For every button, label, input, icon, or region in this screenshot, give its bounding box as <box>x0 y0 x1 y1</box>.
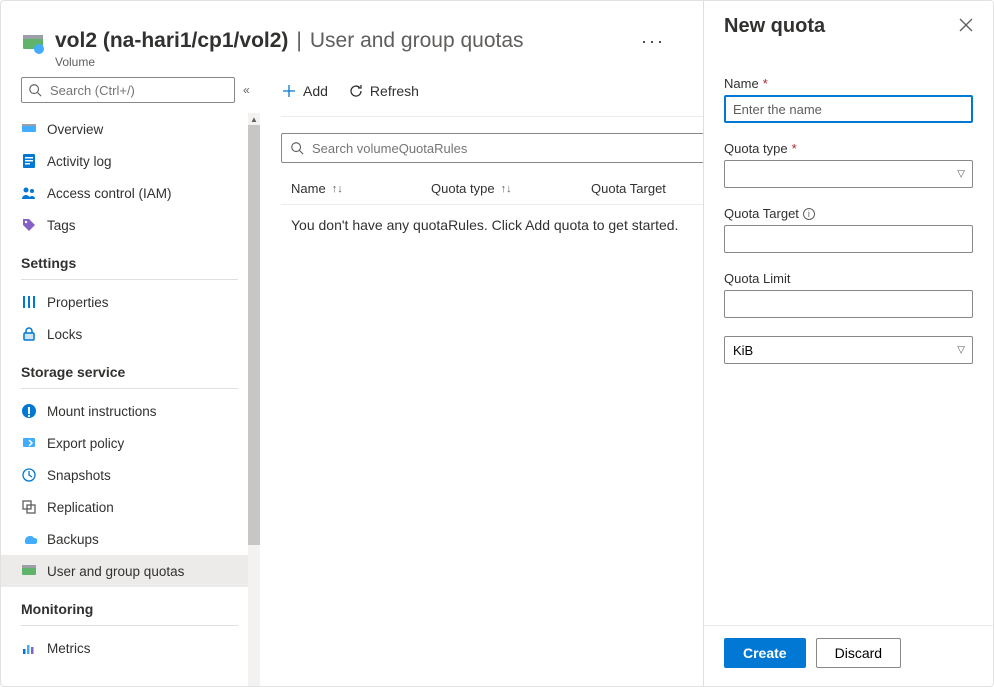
refresh-icon <box>348 83 364 99</box>
panel-title: New quota <box>724 15 825 38</box>
overview-icon <box>21 121 37 137</box>
access-control-icon <box>21 185 37 201</box>
resource-name: vol2 (na-hari1/cp1/vol2) <box>55 29 288 53</box>
collapse-sidebar-icon[interactable]: « <box>243 83 247 97</box>
sidebar-section-monitoring: Monitoring <box>1 587 258 621</box>
sidebar-item-label: Access control (IAM) <box>47 186 172 201</box>
sidebar-item-label: Backups <box>47 532 99 547</box>
export-policy-icon <box>21 435 37 451</box>
scrollbar-thumb[interactable] <box>248 125 260 545</box>
sidebar-item-label: Locks <box>47 327 82 342</box>
quota-target-input[interactable] <box>724 225 973 253</box>
close-panel-button[interactable] <box>959 18 973 35</box>
sidebar-search[interactable] <box>21 77 235 103</box>
column-quota-type[interactable]: Quota type ↑↓ <box>431 181 591 196</box>
discard-button[interactable]: Discard <box>816 638 901 668</box>
sidebar-item-label: Mount instructions <box>47 404 157 419</box>
sidebar-item-label: Export policy <box>47 436 124 451</box>
activity-log-icon <box>21 153 37 169</box>
sidebar-item-properties[interactable]: Properties <box>1 286 258 318</box>
scrollbar-up-arrow[interactable]: ▲ <box>248 113 260 125</box>
title-separator: | <box>296 29 301 53</box>
search-icon <box>28 83 42 97</box>
sidebar-scrollbar[interactable]: ▲ <box>248 113 260 686</box>
sidebar-item-snapshots[interactable]: Snapshots <box>1 459 258 491</box>
sidebar-item-overview[interactable]: Overview <box>1 113 258 145</box>
sidebar-section-settings: Settings <box>1 241 258 275</box>
search-icon <box>290 141 304 155</box>
sidebar-item-access-control[interactable]: Access control (IAM) <box>1 177 258 209</box>
sidebar-item-label: Tags <box>47 218 76 233</box>
sidebar-item-activity-log[interactable]: Activity log <box>1 145 258 177</box>
sidebar-item-locks[interactable]: Locks <box>1 318 258 350</box>
quota-type-select[interactable] <box>724 160 973 188</box>
sidebar-item-label: Properties <box>47 295 109 310</box>
sidebar-item-label: Replication <box>47 500 114 515</box>
replication-icon <box>21 499 37 515</box>
mount-icon <box>21 403 37 419</box>
more-menu-icon[interactable]: ··· <box>633 31 673 52</box>
name-input[interactable] <box>724 95 973 123</box>
sidebar-item-label: Overview <box>47 122 103 137</box>
sidebar-item-label: Metrics <box>47 641 91 656</box>
quotas-icon <box>21 563 37 579</box>
sort-icon: ↑↓ <box>332 183 343 195</box>
info-icon[interactable]: i <box>803 208 815 220</box>
sidebar-item-label: Activity log <box>47 154 112 169</box>
sidebar-item-label: Snapshots <box>47 468 111 483</box>
quota-unit-select[interactable] <box>724 336 973 364</box>
sidebar-item-backups[interactable]: Backups <box>1 523 258 555</box>
tags-icon <box>21 217 37 233</box>
add-button[interactable]: Add <box>281 83 328 99</box>
add-label: Add <box>303 83 328 99</box>
sidebar-item-label: User and group quotas <box>47 564 184 579</box>
properties-icon <box>21 294 37 310</box>
plus-icon <box>281 83 297 99</box>
sidebar-search-input[interactable] <box>48 82 228 99</box>
refresh-label: Refresh <box>370 83 419 99</box>
quota-limit-field-label: Quota Limit <box>724 271 973 286</box>
sidebar-item-user-group-quotas[interactable]: User and group quotas <box>1 555 258 587</box>
quota-target-field-label: Quota Target i <box>724 206 973 221</box>
sidebar: « Overview Activity log Access control (… <box>1 77 261 686</box>
quota-limit-input[interactable] <box>724 290 973 318</box>
name-field-label: Name* <box>724 76 973 91</box>
section-name: User and group quotas <box>310 29 524 53</box>
metrics-icon <box>21 640 37 656</box>
sidebar-item-replication[interactable]: Replication <box>1 491 258 523</box>
create-button[interactable]: Create <box>724 638 806 668</box>
sidebar-item-metrics[interactable]: Metrics <box>1 632 258 664</box>
quota-type-field-label: Quota type* <box>724 141 973 156</box>
column-name[interactable]: Name ↑↓ <box>281 181 431 196</box>
backups-icon <box>21 531 37 547</box>
sort-icon: ↑↓ <box>501 183 512 195</box>
column-quota-target[interactable]: Quota Target <box>591 181 711 196</box>
refresh-button[interactable]: Refresh <box>348 83 419 99</box>
sidebar-section-storage: Storage service <box>1 350 258 384</box>
sidebar-item-tags[interactable]: Tags <box>1 209 258 241</box>
locks-icon <box>21 326 37 342</box>
snapshots-icon <box>21 467 37 483</box>
volume-resource-icon <box>21 33 45 57</box>
sidebar-item-export-policy[interactable]: Export policy <box>1 427 258 459</box>
sidebar-item-mount-instructions[interactable]: Mount instructions <box>1 395 258 427</box>
new-quota-panel: New quota Name* Quota type* ▽ <box>703 1 993 686</box>
